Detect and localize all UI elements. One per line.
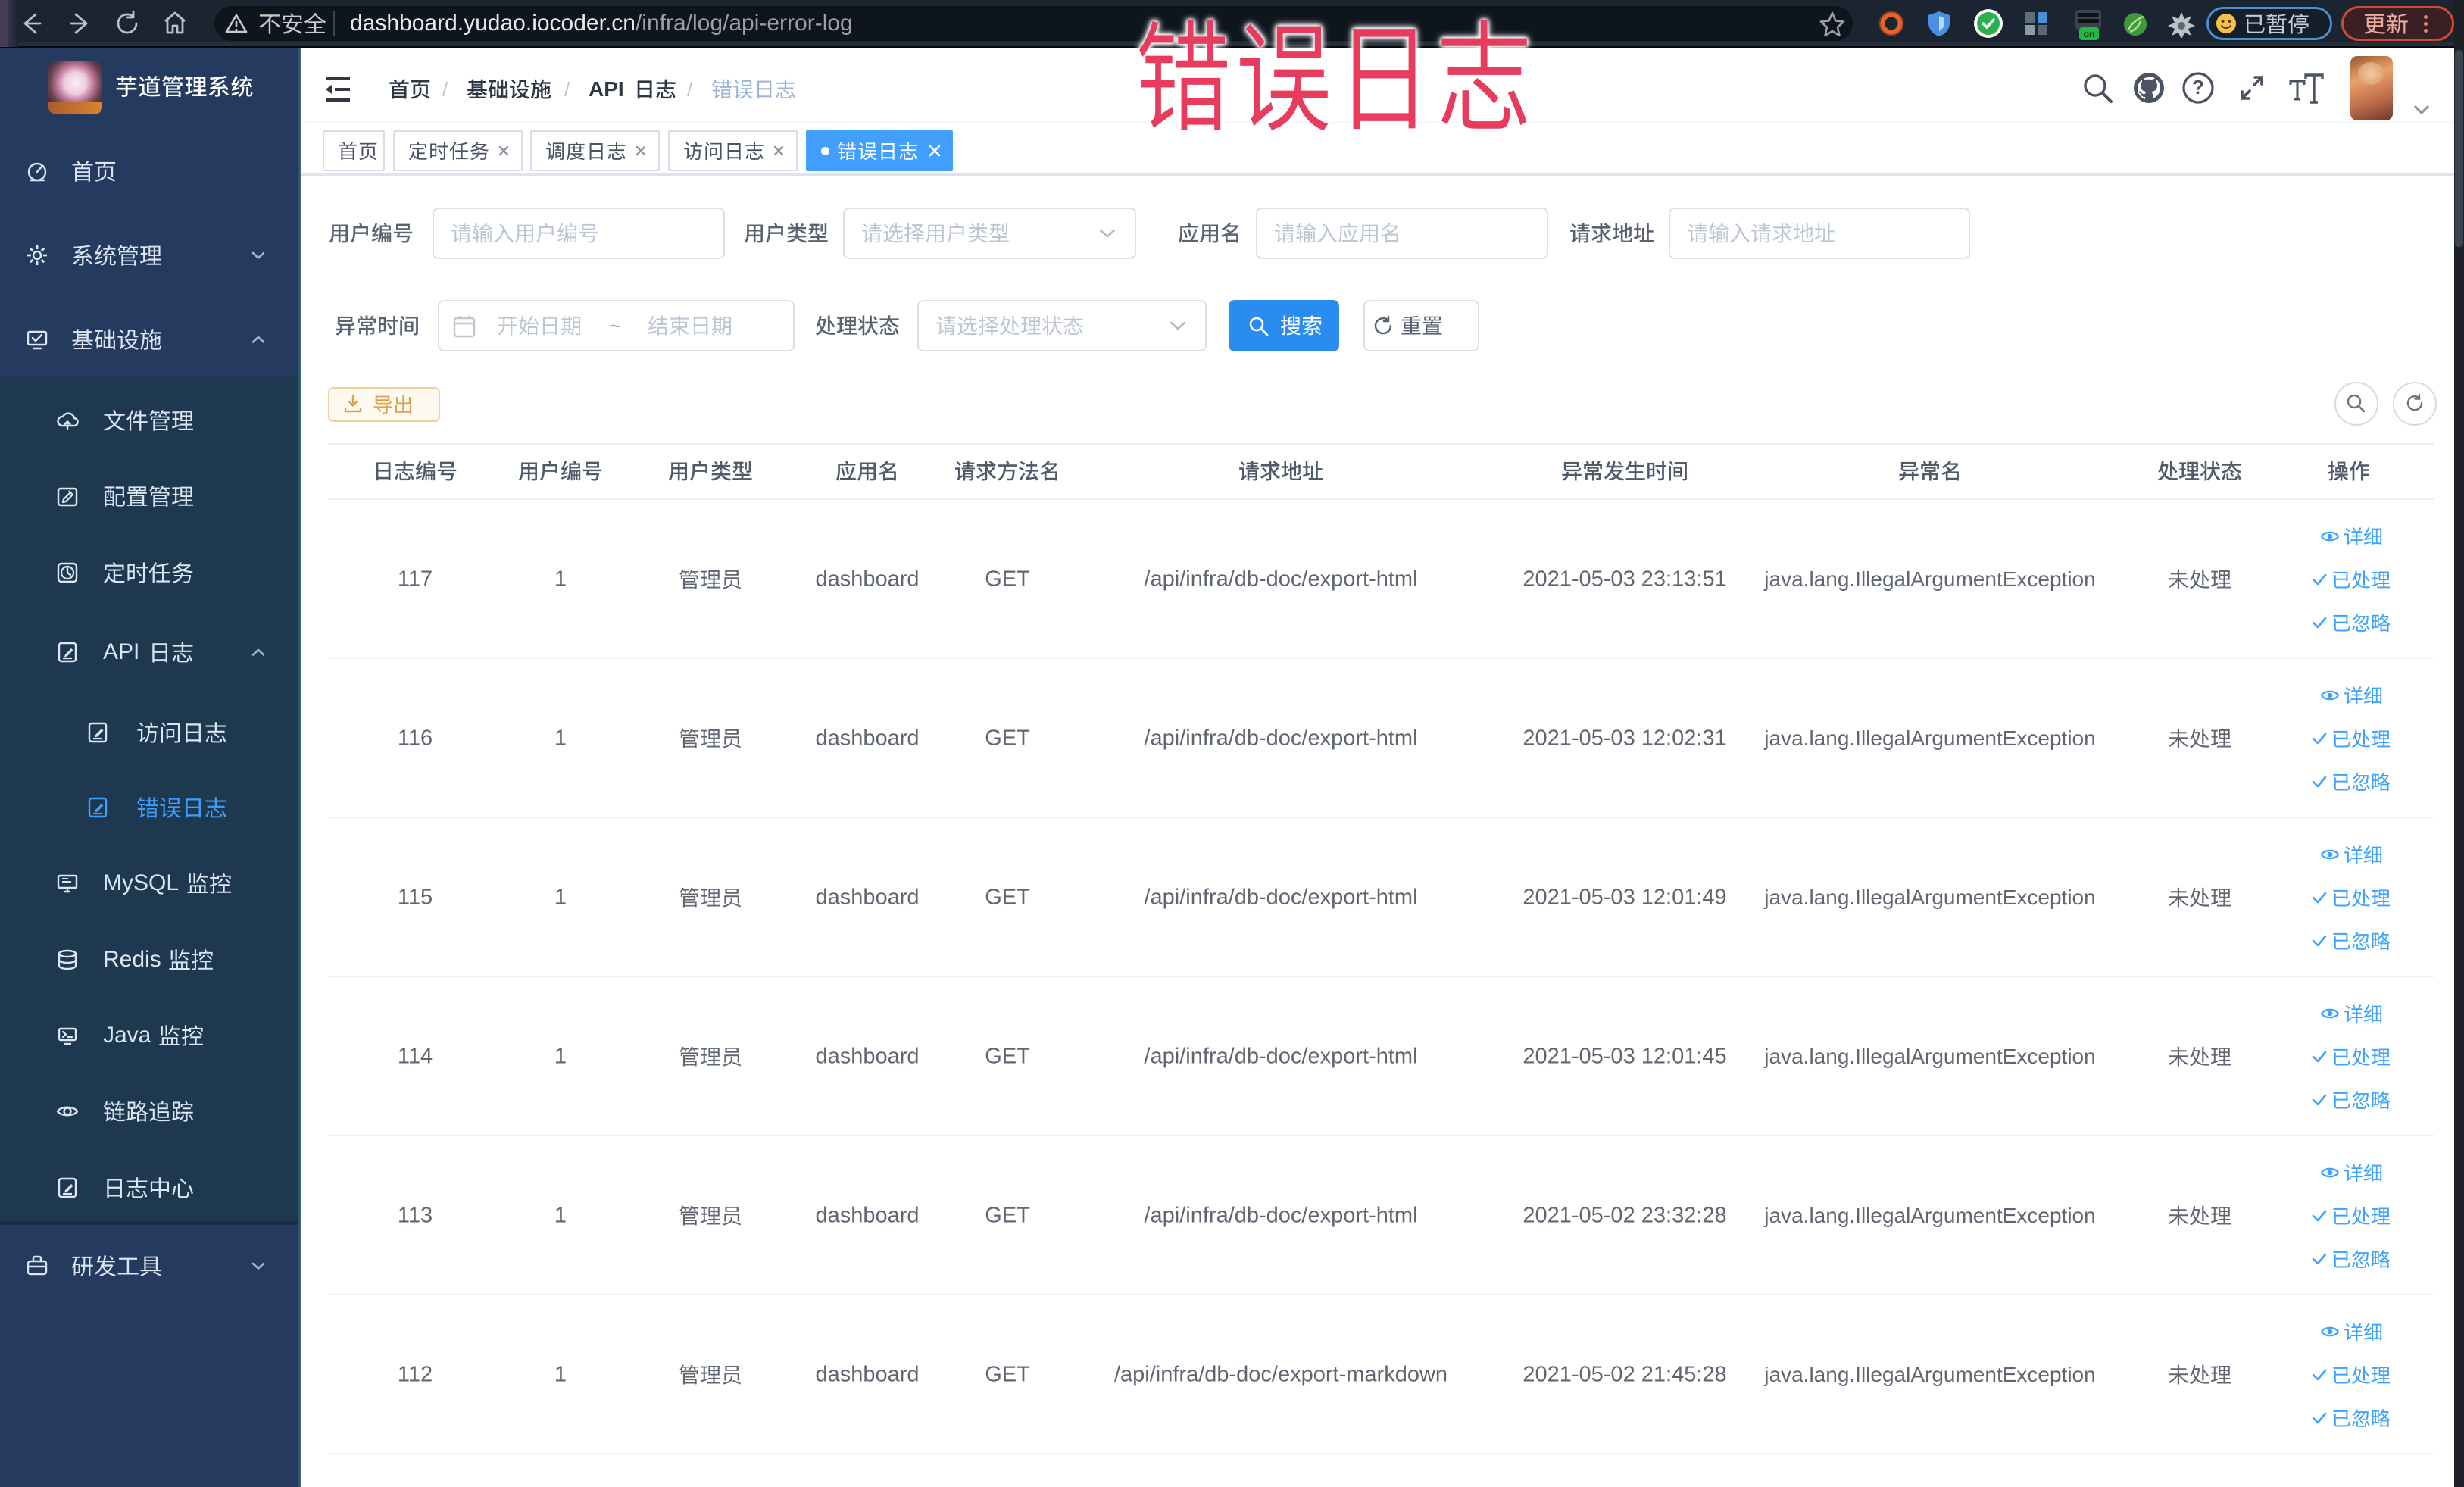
- svg-text:?: ?: [2192, 76, 2204, 98]
- svg-text:on: on: [2084, 29, 2095, 39]
